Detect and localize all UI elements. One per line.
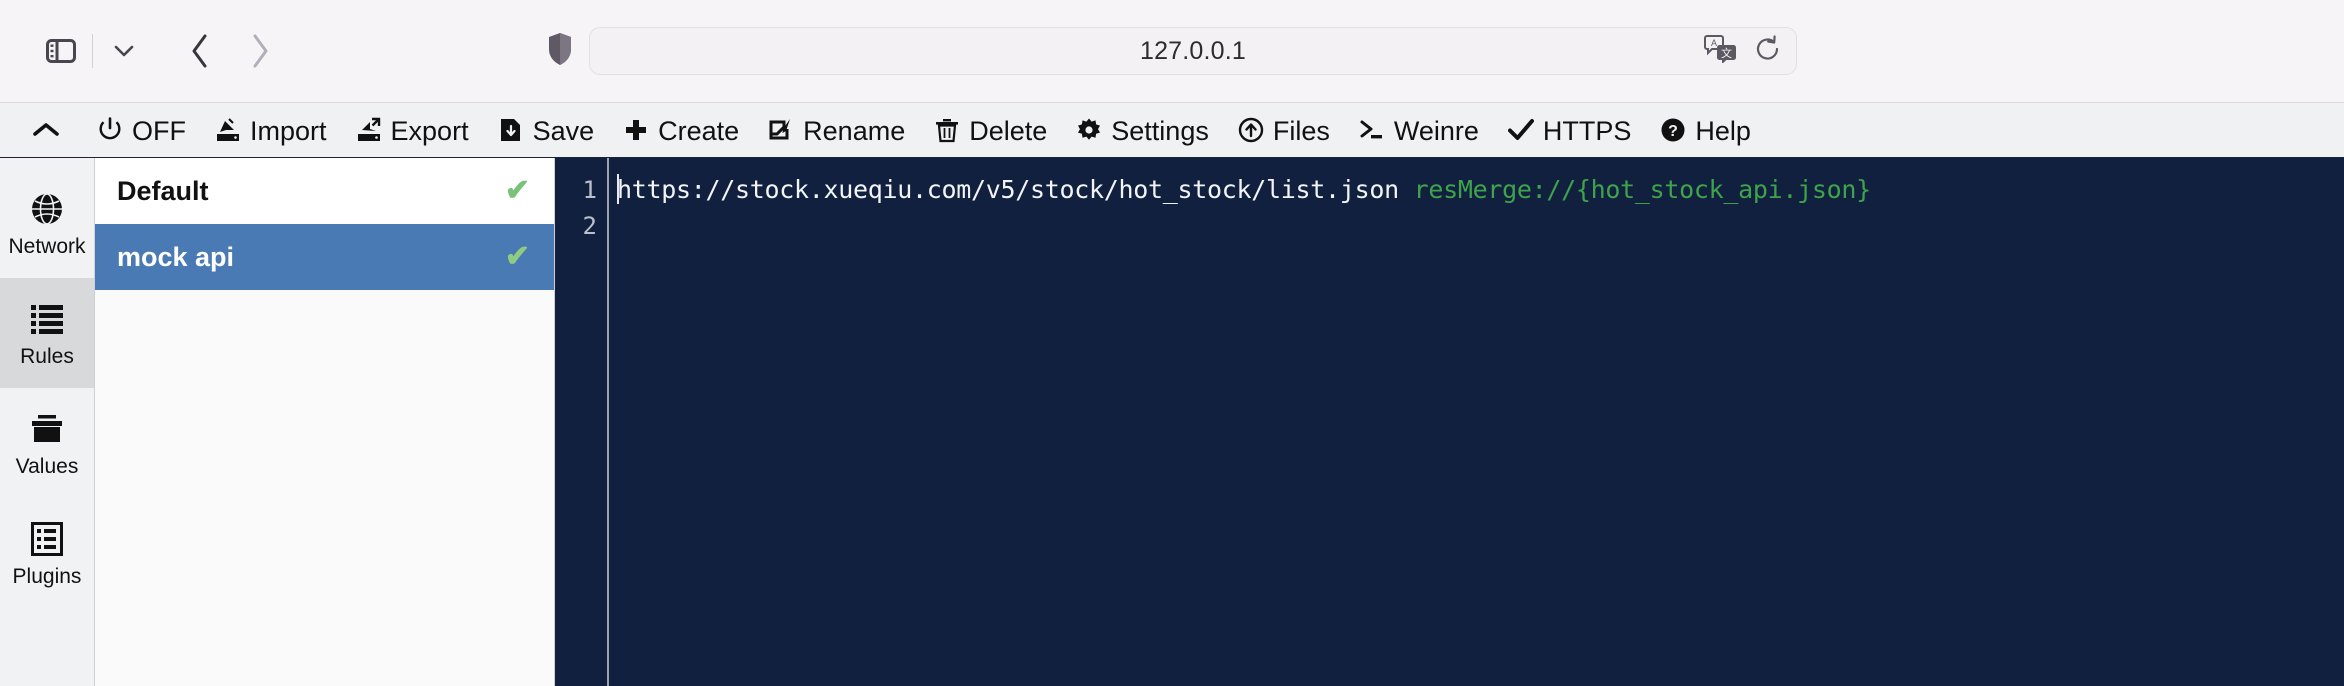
plugin-list-icon (28, 520, 66, 558)
rule-enabled-check-icon[interactable]: ✔ (505, 176, 530, 206)
rule-name: mock api (117, 241, 235, 272)
sidebar-item-plugins[interactable]: Plugins (0, 498, 94, 608)
save-button-label: Save (532, 115, 595, 146)
toolbar-divider (92, 34, 93, 68)
reload-icon[interactable] (1754, 34, 1782, 68)
svg-text:?: ? (1669, 123, 1679, 140)
svg-text:文: 文 (1721, 46, 1732, 60)
create-button-label: Create (658, 115, 740, 146)
rules-list-empty-area[interactable] (95, 290, 554, 686)
svg-text:A: A (1711, 38, 1717, 48)
weinre-button[interactable]: Weinre (1344, 110, 1493, 150)
list-item[interactable]: mock api ✔ (95, 224, 554, 290)
privacy-shield-icon[interactable] (547, 32, 573, 71)
pencil-square-icon (767, 116, 795, 144)
sidebar-item-values-label: Values (15, 454, 79, 478)
chevron-right-icon[interactable] (233, 24, 287, 78)
chevron-up-icon[interactable] (22, 110, 70, 150)
sidebar-item-plugins-label: Plugins (12, 564, 82, 588)
export-button[interactable]: Export (341, 110, 483, 150)
https-button-label: HTTPS (1542, 115, 1632, 146)
export-button-label: Export (390, 115, 469, 146)
address-bar-actions: A 文 (1704, 34, 1782, 68)
sidebar-item-rules-label: Rules (20, 344, 74, 368)
upload-circle-icon (1237, 116, 1265, 144)
code-line-1: https://stock.xueqiu.com/v5/stock/hot_st… (617, 172, 2344, 208)
import-button-label: Import (250, 115, 327, 146)
power-toggle[interactable]: OFF (82, 110, 200, 150)
rename-button-label: Rename (803, 115, 906, 146)
help-button[interactable]: ? Help (1645, 110, 1765, 150)
help-button-label: Help (1695, 115, 1751, 146)
browser-nav-controls (0, 24, 287, 78)
browser-address-area: 127.0.0.1 A 文 (0, 27, 2344, 75)
chevron-left-icon[interactable] (173, 24, 227, 78)
save-icon (497, 116, 525, 144)
terminal-icon (1358, 116, 1386, 144)
files-button-label: Files (1272, 115, 1330, 146)
delete-button[interactable]: Delete (919, 110, 1061, 150)
weinre-button-label: Weinre (1393, 115, 1479, 146)
rule-enabled-check-icon[interactable]: ✔ (505, 242, 530, 272)
import-icon (214, 116, 242, 144)
sidebar-item-network-label: Network (8, 234, 86, 258)
power-icon (96, 116, 124, 144)
create-button[interactable]: Create (608, 110, 753, 150)
rename-button[interactable]: Rename (753, 110, 919, 150)
settings-button[interactable]: Settings (1061, 110, 1223, 150)
address-bar[interactable]: 127.0.0.1 A 文 (589, 27, 1797, 75)
question-circle-icon: ? (1659, 116, 1687, 144)
power-toggle-label: OFF (132, 115, 186, 146)
line-number: 1 (582, 176, 597, 204)
plus-icon (622, 116, 650, 144)
delete-button-label: Delete (969, 115, 1048, 146)
editor-line-number-gutter: 1 2 (555, 158, 609, 686)
rule-name: Default (117, 175, 209, 206)
gear-icon (1075, 116, 1103, 144)
sidebar-panel-icon[interactable] (34, 24, 88, 78)
import-button[interactable]: Import (200, 110, 341, 150)
https-button[interactable]: HTTPS (1493, 110, 1646, 150)
app-body: Network Rules Values Plugins Default ✔ m… (0, 158, 2344, 686)
chevron-down-icon[interactable] (97, 24, 151, 78)
url-text: 127.0.0.1 (1139, 36, 1247, 65)
trash-icon (933, 116, 961, 144)
box-icon (28, 410, 66, 448)
check-icon (1507, 116, 1535, 144)
line-number: 2 (582, 212, 597, 240)
sidebar-item-values[interactable]: Values (0, 388, 94, 498)
rule-editor[interactable]: 1 2 https://stock.xueqiu.com/v5/stock/ho… (555, 158, 2344, 686)
left-nav-rail: Network Rules Values Plugins (0, 158, 95, 686)
list-icon (28, 300, 66, 338)
code-token-url: https://stock.xueqiu.com/v5/stock/hot_st… (617, 175, 1414, 204)
editor-code-area[interactable]: https://stock.xueqiu.com/v5/stock/hot_st… (609, 158, 2344, 686)
list-item[interactable]: Default ✔ (95, 158, 554, 224)
files-button[interactable]: Files (1223, 110, 1344, 150)
code-token-rule: resMerge://{hot_stock_api.json} (1413, 175, 1872, 204)
whistle-toolbar: OFF Import Export Save Create Rename Del… (0, 103, 2344, 158)
sidebar-item-rules[interactable]: Rules (0, 278, 94, 388)
settings-button-label: Settings (1111, 115, 1209, 146)
globe-icon (28, 190, 66, 228)
export-icon (355, 116, 383, 144)
save-button[interactable]: Save (483, 110, 609, 150)
rules-list-panel: Default ✔ mock api ✔ (95, 158, 555, 686)
browser-chrome: 127.0.0.1 A 文 (0, 0, 2344, 103)
translate-icon[interactable]: A 文 (1704, 34, 1738, 68)
sidebar-item-network[interactable]: Network (0, 168, 94, 278)
